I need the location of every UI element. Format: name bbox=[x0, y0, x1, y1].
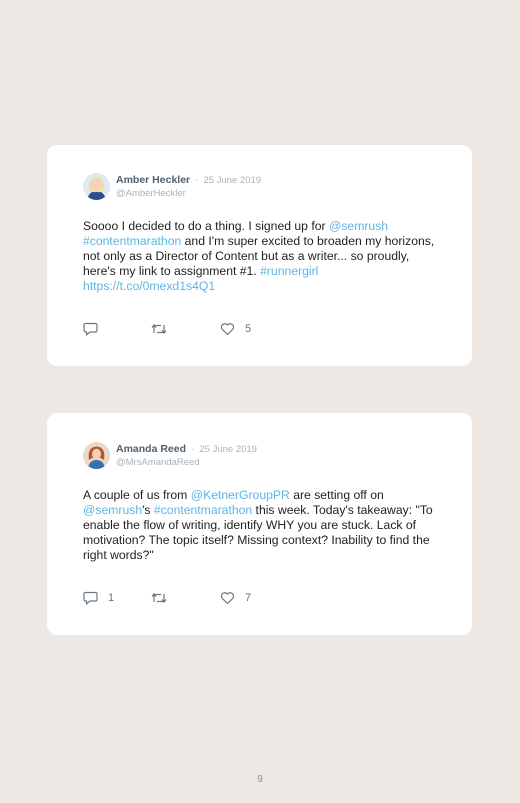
tweet-actions: 5 bbox=[83, 322, 383, 336]
reply-button[interactable] bbox=[83, 322, 108, 336]
retweet-button[interactable] bbox=[151, 591, 167, 605]
like-button[interactable]: 5 bbox=[220, 322, 251, 336]
tweet-text: A couple of us from @KetnerGroupPR are s… bbox=[83, 488, 435, 563]
reply-button[interactable]: 1 bbox=[83, 591, 114, 605]
reply-icon bbox=[83, 322, 98, 336]
like-button[interactable]: 7 bbox=[220, 591, 251, 605]
url-link[interactable]: https://t.co/0mexd1s4Q1 bbox=[83, 279, 215, 293]
like-count: 5 bbox=[245, 323, 252, 335]
tweet-date[interactable]: 25 June 2019 bbox=[203, 175, 261, 186]
text-part: are setting off on bbox=[289, 488, 384, 502]
author-name[interactable]: Amber Heckler bbox=[116, 174, 190, 186]
mention-link[interactable]: @semrush bbox=[83, 503, 142, 517]
tweet-actions: 1 7 bbox=[83, 591, 383, 605]
separator: · bbox=[195, 174, 199, 186]
like-count: 7 bbox=[245, 592, 252, 604]
heart-icon bbox=[220, 322, 235, 336]
tweet-text: Soooo I decided to do a thing. I signed … bbox=[83, 219, 435, 294]
reply-count: 1 bbox=[108, 592, 115, 604]
hashtag-link[interactable]: #contentmarathon bbox=[154, 503, 252, 517]
tweet-card[interactable]: Amanda Reed · 25 June 2019 @MrsAmandaRee… bbox=[47, 413, 472, 635]
author-handle[interactable]: @MrsAmandaReed bbox=[116, 457, 200, 468]
text-part: 's bbox=[142, 503, 154, 517]
tweet-card[interactable]: Amber Heckler · 25 June 2019 @AmberHeckl… bbox=[47, 145, 472, 366]
mention-link[interactable]: @KetnerGroupPR bbox=[191, 488, 290, 502]
avatar[interactable] bbox=[83, 442, 110, 469]
retweet-icon bbox=[151, 591, 167, 605]
separator: · bbox=[190, 443, 195, 455]
author-handle[interactable]: @AmberHeckler bbox=[116, 188, 186, 199]
mention-link[interactable]: @semrush bbox=[329, 219, 388, 233]
avatar[interactable] bbox=[83, 173, 110, 200]
heart-icon bbox=[220, 591, 235, 605]
page-number: 9 bbox=[257, 774, 263, 785]
tweet-date[interactable]: 25 June 2019 bbox=[199, 444, 257, 455]
hashtag-link[interactable]: #contentmarathon bbox=[83, 234, 181, 248]
author-name[interactable]: Amanda Reed bbox=[116, 443, 186, 455]
retweet-button[interactable] bbox=[151, 322, 167, 336]
text-part: Soooo I decided to do a thing. I signed … bbox=[83, 219, 329, 233]
reply-icon bbox=[83, 591, 98, 605]
text-part: A couple of us from bbox=[83, 488, 191, 502]
retweet-icon bbox=[151, 322, 167, 336]
hashtag-link[interactable]: #runnergirl bbox=[260, 264, 318, 278]
